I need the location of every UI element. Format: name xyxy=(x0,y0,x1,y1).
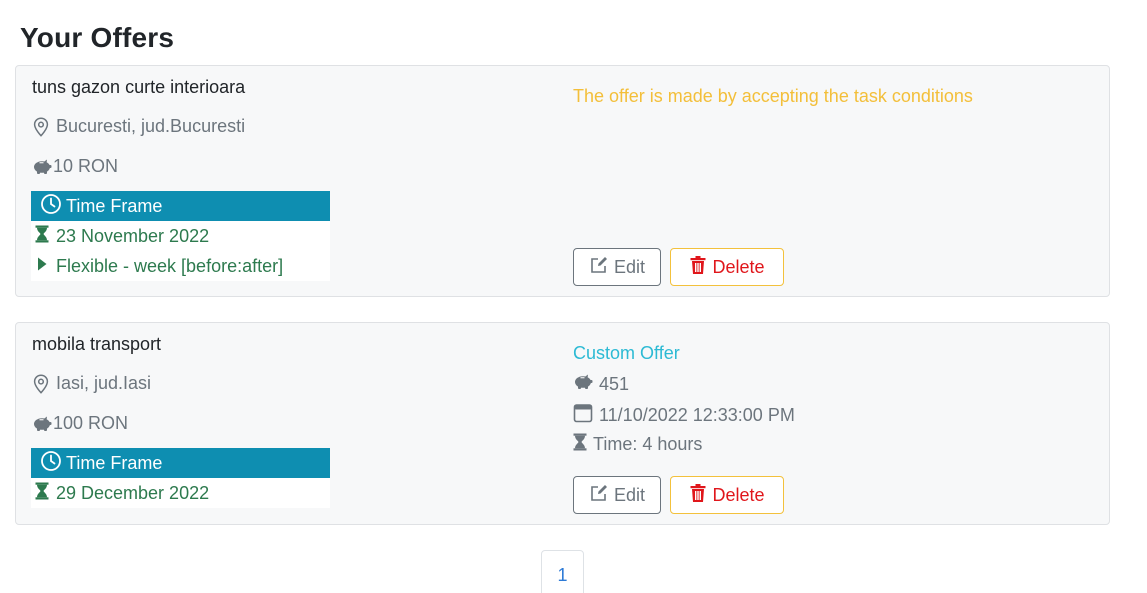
caret-right-icon xyxy=(35,256,56,277)
custom-offer-label: Custom Offer xyxy=(573,343,680,363)
custom-offer-duration: Time: 4 hours xyxy=(593,434,703,454)
custom-offer-amount: 451 xyxy=(599,374,630,394)
delete-label: Delete xyxy=(712,256,765,277)
time-frame-box: Time Frame 23 November 2022 Flexible - w… xyxy=(31,191,330,281)
location-row: Iasi, jud.Iasi xyxy=(32,373,151,394)
custom-offer-datetime-row: 11/10/2022 12:33:00 PM xyxy=(573,403,795,428)
offer-card: mobila transport Iasi, jud.Iasi 100 RON … xyxy=(15,322,1110,525)
custom-offer-duration-row: Time: 4 hours xyxy=(573,433,702,456)
page-number: 1 xyxy=(557,564,568,585)
time-frame-header: Time Frame xyxy=(31,448,330,478)
task-title: mobila transport xyxy=(32,334,162,354)
trash-icon xyxy=(689,255,712,280)
price-row: 100 RON xyxy=(32,413,128,434)
piggy-bank-icon xyxy=(573,373,599,396)
custom-offer-datetime: 11/10/2022 12:33:00 PM xyxy=(599,405,795,425)
delete-label: Delete xyxy=(712,484,765,505)
piggy-bank-icon xyxy=(32,415,52,433)
location-text: Iasi, jud.Iasi xyxy=(56,373,152,393)
offer-note: The offer is made by accepting the task … xyxy=(573,86,973,106)
clock-icon xyxy=(40,193,66,220)
time-frame-header: Time Frame xyxy=(31,191,330,221)
price-row: 10 RON xyxy=(32,156,118,177)
offer-card: tuns gazon curte interioara Bucuresti, j… xyxy=(15,65,1110,297)
hourglass-icon xyxy=(573,433,593,456)
page-title: Your Offers xyxy=(20,22,175,53)
piggy-bank-icon xyxy=(32,158,52,176)
time-frame-flexibility: Flexible - week [before:after] xyxy=(56,255,284,276)
pencil-square-icon xyxy=(589,483,614,508)
time-frame-label: Time Frame xyxy=(66,452,163,473)
hourglass-icon xyxy=(35,225,56,248)
time-frame-date: 23 November 2022 xyxy=(56,225,210,246)
price-text: 10 RON xyxy=(53,156,119,176)
clock-icon xyxy=(40,450,66,477)
geo-alt-icon xyxy=(32,373,50,394)
edit-label: Edit xyxy=(613,256,646,277)
edit-button[interactable]: Edit xyxy=(573,248,661,286)
flexibility-line: Flexible - week [before:after] xyxy=(31,251,330,281)
task-title: tuns gazon curte interioara xyxy=(32,77,246,97)
custom-offer-amount-row: 451 xyxy=(573,373,629,396)
delete-button[interactable]: Delete xyxy=(670,248,784,286)
date-line: 29 December 2022 xyxy=(31,478,330,508)
price-text: 100 RON xyxy=(53,413,129,433)
location-row: Bucuresti, jud.Bucuresti xyxy=(32,116,245,137)
edit-button[interactable]: Edit xyxy=(573,476,661,514)
pagination-page-1[interactable]: 1 xyxy=(541,550,584,593)
edit-label: Edit xyxy=(613,484,646,505)
time-frame-box: Time Frame 29 December 2022 xyxy=(31,448,330,508)
location-text: Bucuresti, jud.Bucuresti xyxy=(56,116,246,136)
date-line: 23 November 2022 xyxy=(31,221,330,251)
time-frame-label: Time Frame xyxy=(66,195,163,216)
calendar-icon xyxy=(573,403,599,428)
hourglass-icon xyxy=(35,482,56,505)
pencil-square-icon xyxy=(589,255,614,280)
geo-alt-icon xyxy=(32,116,50,137)
time-frame-date: 29 December 2022 xyxy=(56,482,210,503)
delete-button[interactable]: Delete xyxy=(670,476,784,514)
trash-icon xyxy=(689,483,712,508)
